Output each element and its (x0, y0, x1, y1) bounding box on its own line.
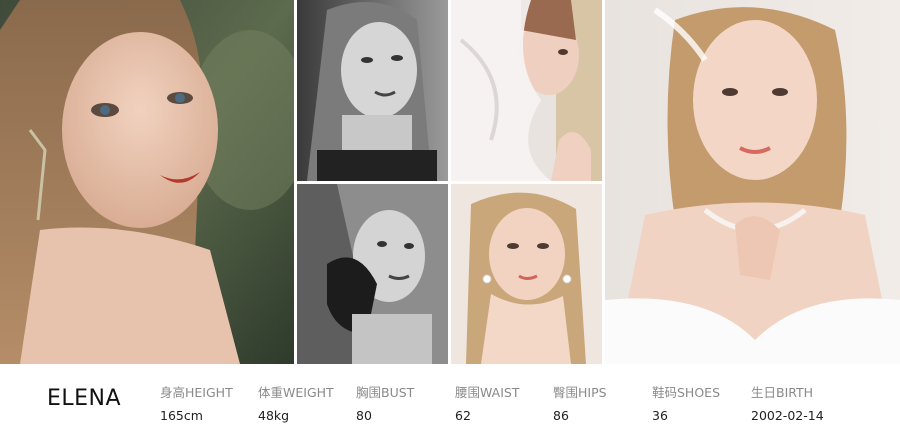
photo-bw-portrait-lace-glove (297, 184, 448, 364)
stat-weight-label: 体重WEIGHT (258, 385, 334, 400)
stat-hips-value: 86 (553, 408, 569, 423)
photo-portrait-green-background (0, 0, 294, 364)
stat-bust: 胸围BUST 80 (356, 382, 414, 423)
photo-portrait-pearl-necklace (605, 0, 900, 364)
stat-height-value: 165cm (160, 408, 203, 423)
stat-waist-label: 腰围WAIST (455, 385, 520, 400)
photo-bw-portrait-top-left (297, 0, 448, 181)
stat-hips: 臀围HIPS 86 (553, 382, 607, 423)
stat-shoes: 鞋码SHOES 36 (652, 382, 720, 423)
stat-waist-value: 62 (455, 408, 471, 423)
stat-weight-value: 48kg (258, 408, 290, 423)
photo-portrait-veil (451, 0, 602, 181)
stat-waist: 腰围WAIST 62 (455, 382, 519, 423)
stat-weight: 体重WEIGHT 48kg (258, 382, 334, 423)
stat-hips-label: 臀围HIPS (553, 385, 607, 400)
stat-height: 身高HEIGHT 165cm (160, 382, 233, 423)
model-name: ELENA (47, 386, 122, 411)
stat-birth-label: 生日BIRTH (751, 385, 814, 400)
stat-shoes-value: 36 (652, 408, 668, 423)
stat-shoes-label: 鞋码SHOES (652, 385, 721, 400)
stat-birth: 生日BIRTH 2002-02-14 (751, 382, 824, 423)
stat-bust-value: 80 (356, 408, 372, 423)
stat-height-label: 身高HEIGHT (160, 385, 233, 400)
photo-portrait-hand-on-chin (451, 184, 602, 364)
stat-bust-label: 胸围BUST (356, 385, 415, 400)
stat-birth-value: 2002-02-14 (751, 408, 824, 423)
